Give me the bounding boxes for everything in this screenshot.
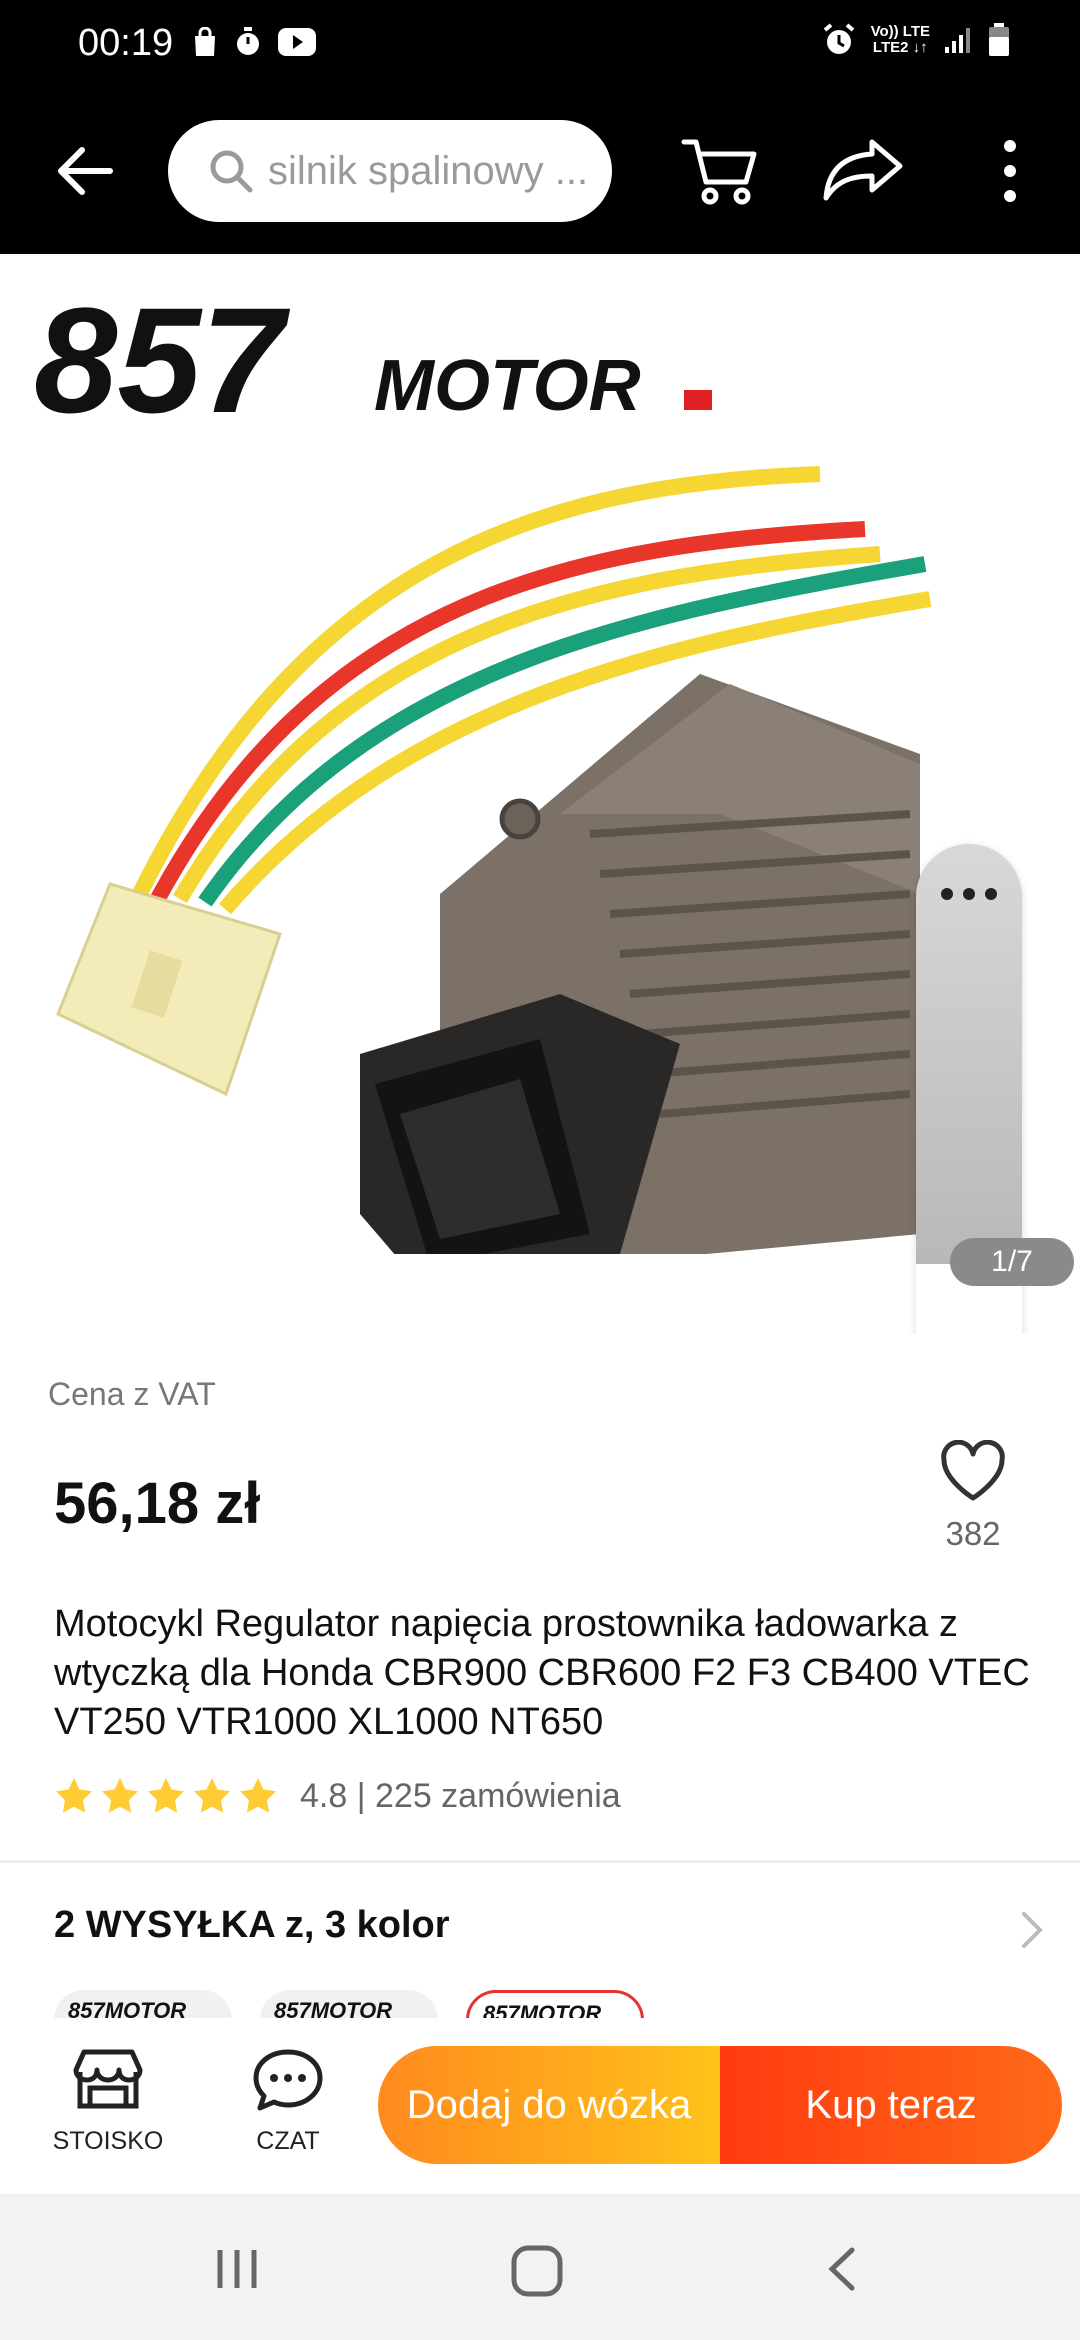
shipping-variants-label: 2 WYSYŁKA z, 3 kolor [54,1904,450,1946]
wishlist-count: 382 [945,1515,1001,1552]
cart-button[interactable] [680,130,760,210]
bottom-action-bar: STOISKO CZAT Dodaj do wózka Kup teraz [0,2020,1080,2194]
star-icon [148,1778,184,1813]
product-gallery[interactable]: 857 MOTOR [0,254,1080,1334]
shopping-cart-icon [681,139,757,205]
add-to-cart-button[interactable]: Dodaj do wózka [378,2046,720,2164]
battery-icon [989,23,1009,56]
back-button[interactable] [50,136,120,206]
top-app-bar: silnik spalinowy ... [0,90,1080,254]
star-icon [102,1778,138,1813]
alarm-icon [823,23,854,54]
recent-apps-icon [217,2250,257,2288]
search-input[interactable]: silnik spalinowy ... [168,120,612,222]
chat-button[interactable]: CZAT [238,2046,338,2156]
chevron-left-icon [828,2247,855,2291]
orders-count: 225 zamówienia [375,1776,621,1815]
rating-summary: 4.8 | 225 zamówienia [300,1776,621,1815]
variant-thumb-selected[interactable]: 857MOTOR [466,1990,644,2018]
heart-icon [941,1439,1005,1501]
widget-top [916,844,1022,1264]
star-icon [240,1778,276,1813]
share-arrow-icon [823,139,903,201]
status-time: 00:19 [78,22,174,64]
buy-now-button[interactable]: Kup teraz [720,2046,1062,2164]
status-system-icons: Vo)) LTE LTE2 ↓↑ [821,22,1010,58]
system-back-button[interactable] [826,2246,856,2297]
variant-thumb[interactable]: 857MOTOR [54,1990,232,2018]
variant-thumbnails: 857MOTOR 857MOTOR 857MOTOR [54,1990,644,2018]
status-notifications [192,26,316,58]
network-type: Vo)) LTE LTE2 ↓↑ [870,23,930,56]
home-button[interactable] [510,2244,564,2303]
chevron-right-icon [1022,1912,1043,1948]
signal-icon [945,28,970,53]
store-label: STOISKO [52,2127,164,2155]
wishlist-button[interactable]: 382 [930,1439,1016,1553]
home-icon [511,2245,563,2297]
shipping-variants-row[interactable]: 2 WYSYŁKA z, 3 kolor [54,1904,1044,1954]
store-icon [73,2049,143,2109]
search-placeholder: silnik spalinowy ... [268,148,589,193]
search-icon [210,150,253,193]
vat-label: Cena z VAT [48,1376,216,1412]
section-divider [0,1860,1080,1863]
more-vertical-icon [1004,140,1016,202]
image-page-indicator: 1/7 [950,1238,1074,1286]
youtube-icon [278,28,316,56]
variant-thumb[interactable]: 857MOTOR [260,1990,438,2018]
star-icon [56,1778,92,1813]
chat-bubble-icon [253,2049,323,2111]
star-rating [54,1776,278,1816]
more-options-button[interactable] [990,136,1030,206]
star-icon [194,1778,230,1813]
rating-row[interactable]: 4.8 | 225 zamówienia [54,1776,621,1816]
more-horizontal-icon[interactable] [938,884,1000,904]
arrow-left-icon [58,147,113,195]
recent-apps-button[interactable] [214,2246,260,2297]
stopwatch-icon [237,27,259,55]
product-title: Motocykl Regulator napięcia prostownika … [54,1603,1030,1743]
rating-value: 4.8 [300,1776,348,1815]
store-button[interactable]: STOISKO [44,2046,172,2156]
chat-label: CZAT [256,2127,320,2155]
status-bar: 00:19 Vo)) LTE LTE2 ↓↑ [0,0,1080,90]
shopping-bag-icon [195,27,215,56]
system-navigation-bar [0,2194,1080,2340]
product-price: 56,18 zł [54,1471,261,1536]
share-button[interactable] [822,130,906,210]
